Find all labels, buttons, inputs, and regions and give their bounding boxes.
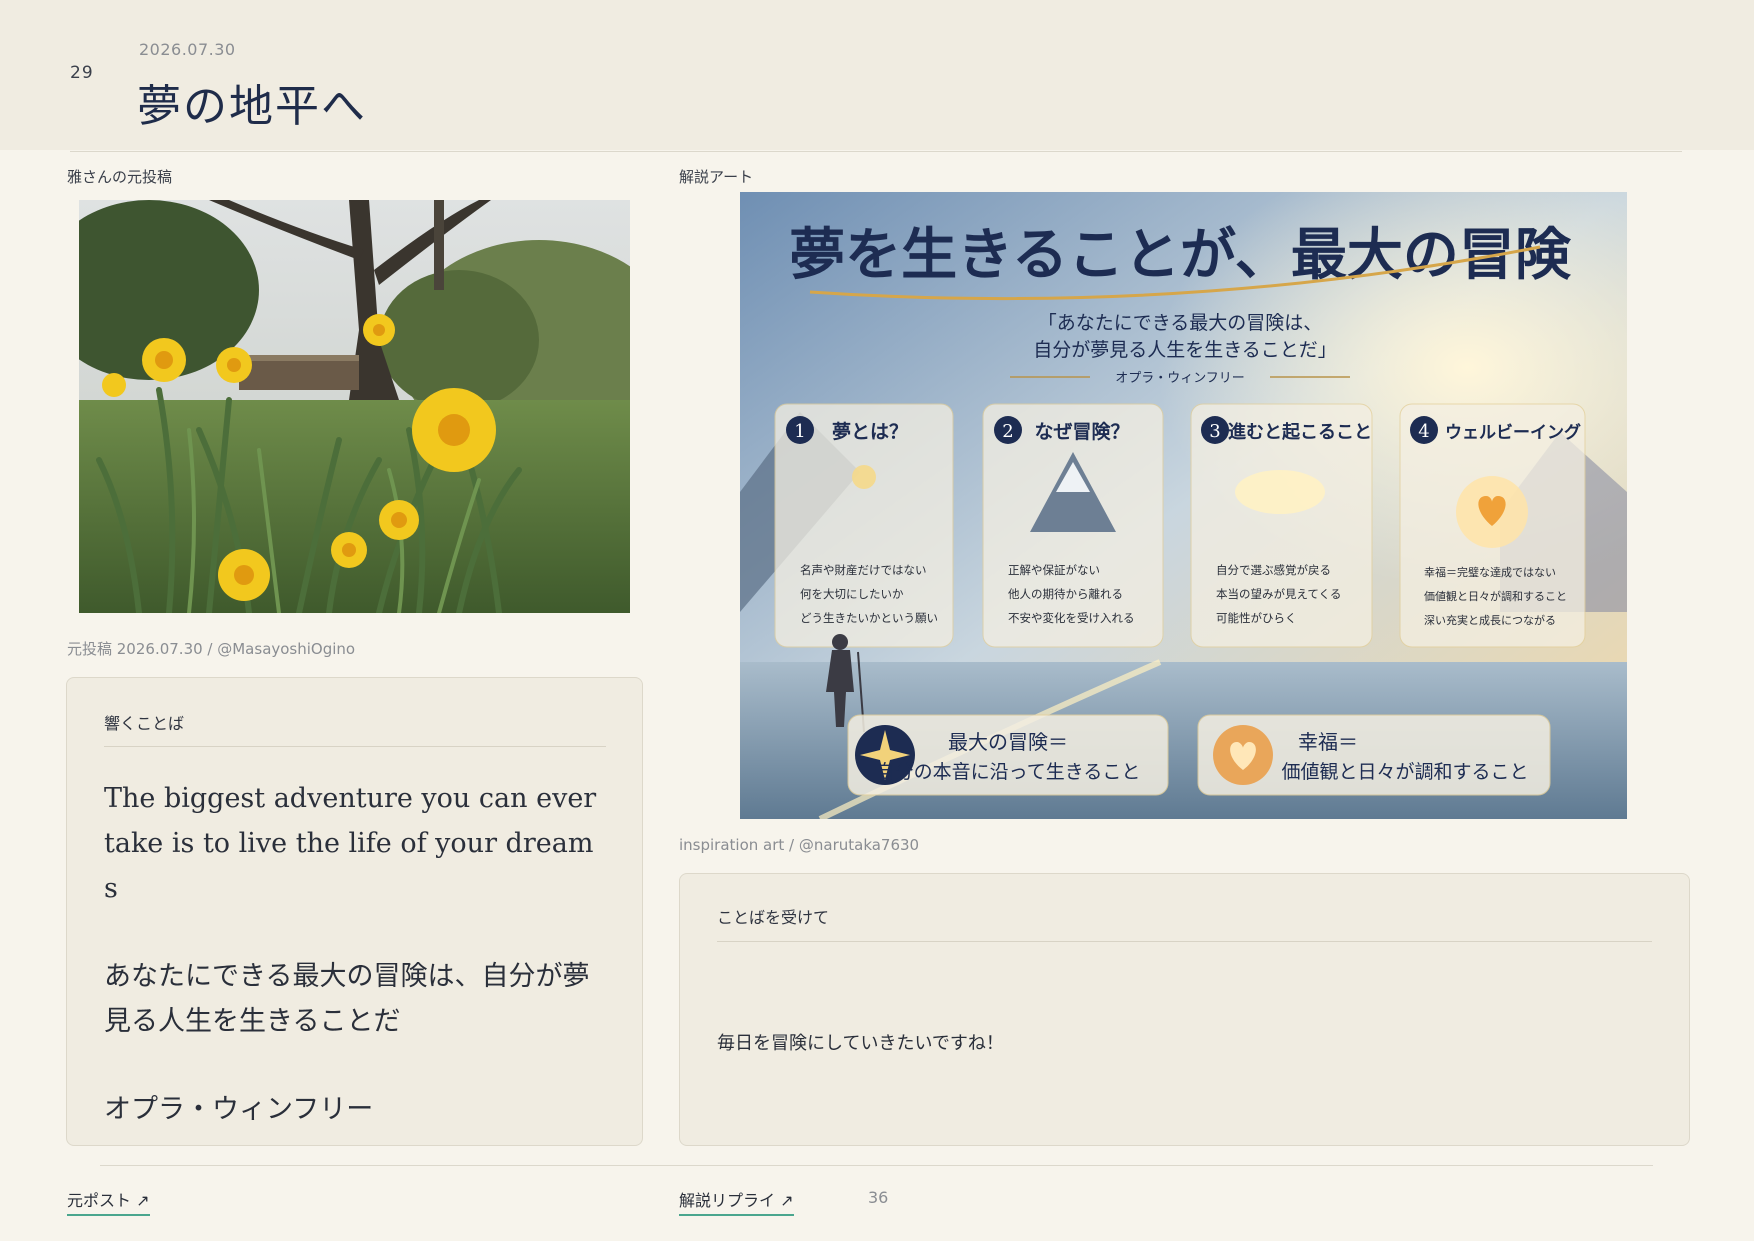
- art-panel-4: 4 ウェルビーイング 幸福＝完璧な達成ではない 価値観と日々が調和すること 深い…: [1399, 403, 1586, 648]
- header-divider: [70, 151, 1682, 152]
- art-panel-2-item-1: 正解や保証がない: [1008, 563, 1100, 577]
- art-panel-2-num: 2: [1002, 421, 1013, 442]
- art-bottom-right-line2: 価値観と日々が調和すること: [1281, 761, 1528, 783]
- art-bottom-right-line1: 幸福＝: [1298, 730, 1358, 754]
- quote-card-title: 響くことば: [104, 714, 185, 733]
- original-post-link[interactable]: 元ポスト ↗: [67, 1187, 150, 1216]
- quote-english: The biggest adventure you can ever take …: [104, 783, 597, 904]
- footer-count: 36: [868, 1188, 889, 1207]
- art-panel-1-item-3: どう生きたいかという願い: [800, 611, 938, 625]
- art-panel-3-item-3: 可能性がひらく: [1216, 611, 1297, 625]
- quote-card-divider: [104, 746, 606, 747]
- art-panel-2-item-3: 不安や変化を受け入れる: [1008, 611, 1135, 625]
- art-bottom-left-line2: 自分の本音に沿って生きること: [876, 761, 1141, 783]
- art-panel-1-item-2: 何を大切にしたいか: [800, 587, 904, 601]
- quote-author: オプラ・ウィンフリー: [104, 1094, 374, 1125]
- footer-divider: [100, 1165, 1653, 1166]
- art-panel-4-item-1: 幸福＝完璧な達成ではない: [1424, 565, 1556, 579]
- art-panel-2-item-2: 他人の期待から離れる: [1008, 587, 1123, 601]
- art-caption: inspiration art / @narutaka7630: [679, 836, 920, 854]
- art-panel-4-num: 4: [1418, 421, 1429, 442]
- page-title: 夢の地平へ: [137, 81, 367, 132]
- response-card-title: ことばを受けて: [717, 908, 830, 927]
- response-card-divider: [717, 941, 1652, 942]
- art-panel-4-title: ウェルビーイング: [1445, 422, 1581, 443]
- art-panel-2-title: なぜ冒険？: [1034, 420, 1129, 443]
- art-panel-1-num: 1: [794, 421, 805, 442]
- art-bottom-left-line1: 最大の冒険＝: [948, 730, 1068, 754]
- art-panel-3: 3 進むと起こること 自分で選ぶ感覚が戻る 本当の望みが見えてくる 可能性がひら…: [1190, 403, 1373, 648]
- art-quote-line1: 「あなたにできる最大の冒険は、: [1038, 312, 1323, 334]
- explanation-art-label: 解説アート: [679, 168, 754, 186]
- art-panel-1: 1 夢とは？ 名声や財産だけではない 何を大切にしたいか どう生きたいかという願…: [774, 403, 954, 648]
- art-panel-1-item-1: 名声や財産だけではない: [800, 563, 927, 577]
- art-panel-3-item-2: 本当の望みが見えてくる: [1216, 587, 1341, 601]
- page-header: 29 2026.07.30 夢の地平へ: [0, 0, 1754, 150]
- reply-link[interactable]: 解説リプライ ↗: [679, 1187, 794, 1216]
- inspiration-art: 夢を生きることが、最大の冒険 「あなたにできる最大の冒険は、 自分が夢見る人生を…: [740, 192, 1627, 819]
- art-quote-line2: 自分が夢見る人生を生きることだ」: [1033, 339, 1337, 361]
- art-panel-3-num: 3: [1209, 421, 1220, 442]
- art-panel-4-item-2: 価値観と日々が調和すること: [1424, 589, 1567, 603]
- page-number: 29: [70, 63, 94, 83]
- art-panel-2: 2 なぜ冒険？ 正解や保証がない 他人の期待から離れる 不安や変化を受け入れる: [982, 403, 1164, 648]
- quote-text: The biggest adventure you can ever take …: [104, 776, 604, 1175]
- art-headline: 夢を生きることが、最大の冒険: [789, 222, 1572, 288]
- original-post-label: 雅さんの元投稿: [67, 168, 173, 186]
- art-panel-3-item-1: 自分で選ぶ感覚が戻る: [1216, 563, 1331, 577]
- art-quote-author: オプラ・ウィンフリー: [1115, 371, 1245, 386]
- art-bottom-right-box: 幸福＝ 価値観と日々が調和すること: [1197, 714, 1551, 796]
- daffodil-photo: [79, 200, 630, 613]
- response-text: 毎日を冒険にしていきたいですね！: [717, 1033, 1004, 1054]
- quote-japanese: あなたにできる最大の冒険は、自分が夢見る人生を生きることだ: [104, 961, 590, 1037]
- response-card: ことばを受けて 毎日を冒険にしていきたいですね！: [679, 873, 1690, 1146]
- photo-caption: 元投稿 2026.07.30 / @MasayoshiOgino: [67, 640, 356, 658]
- art-panel-4-item-3: 深い充実と成長につながる: [1424, 613, 1556, 627]
- post-date: 2026.07.30: [139, 40, 236, 59]
- art-panel-1-title: 夢とは？: [832, 421, 908, 443]
- art-bottom-left-box: 最大の冒険＝ 自分の本音に沿って生きること: [847, 714, 1169, 796]
- art-panel-3-title: 進むと起こること: [1228, 421, 1372, 443]
